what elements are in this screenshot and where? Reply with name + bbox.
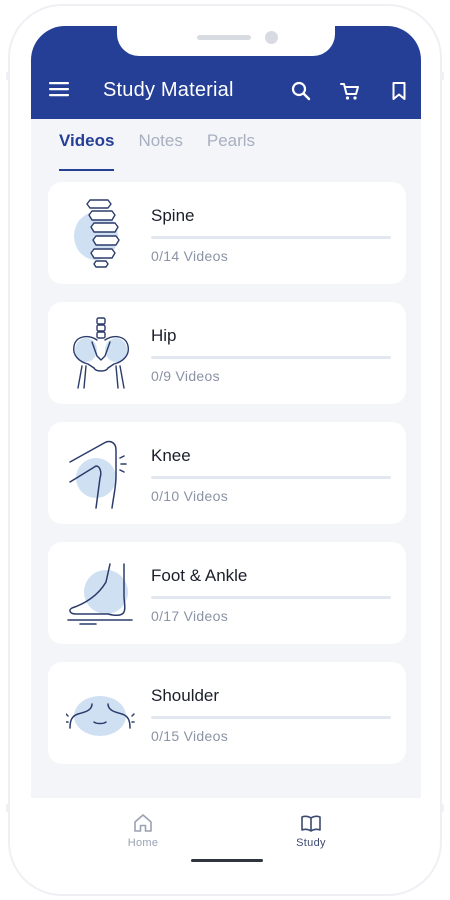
topic-title: Spine [151, 206, 195, 225]
foot-ankle-icon [67, 563, 133, 625]
page-title: Study Material [103, 79, 234, 101]
phone-side-button [441, 804, 444, 812]
cart-icon[interactable] [339, 80, 361, 102]
video-count: 0/14 Videos [151, 248, 228, 264]
nav-home-label: Home [127, 837, 159, 849]
topic-title: Knee [151, 446, 191, 465]
tab-notes[interactable]: Notes [138, 131, 182, 171]
progress-bar [151, 476, 391, 479]
front-camera [265, 31, 278, 44]
topic-title: Hip [151, 326, 177, 345]
bottom-navigation: Home Study [31, 798, 421, 876]
phone-side-button [6, 804, 9, 812]
tab-bar: Videos Notes Pearls [59, 131, 255, 171]
book-icon [301, 815, 321, 832]
phone-notch [117, 26, 335, 56]
spine-icon [74, 199, 120, 268]
topic-title: Foot & Ankle [151, 566, 248, 585]
tab-pearls[interactable]: Pearls [207, 131, 255, 171]
app-screen: Study Material Videos Notes Pearls Spine… [31, 26, 421, 876]
topic-card-foot-ankle[interactable]: Foot & Ankle 0/17 Videos [48, 542, 406, 644]
video-count: 0/15 Videos [151, 728, 228, 744]
nav-home[interactable]: Home [103, 812, 183, 849]
shoulder-icon [66, 696, 135, 736]
bookmark-icon[interactable] [388, 80, 410, 102]
progress-bar [151, 236, 391, 239]
progress-bar [151, 716, 391, 719]
topic-card-spine[interactable]: Spine 0/14 Videos [48, 182, 406, 284]
home-indicator[interactable] [191, 859, 263, 862]
topic-card-knee[interactable]: Knee 0/10 Videos [48, 422, 406, 524]
topic-card-hip[interactable]: Hip 0/9 Videos [48, 302, 406, 404]
tab-videos[interactable]: Videos [59, 131, 115, 171]
video-count: 0/17 Videos [151, 608, 228, 624]
nav-study[interactable]: Study [271, 812, 351, 849]
progress-bar [151, 356, 391, 359]
hip-icon [73, 317, 129, 389]
progress-bar [151, 596, 391, 599]
search-icon[interactable] [290, 80, 312, 102]
phone-side-button [6, 72, 9, 80]
video-count: 0/9 Videos [151, 368, 220, 384]
topic-card-shoulder[interactable]: Shoulder 0/15 Videos [48, 662, 406, 764]
topic-list: Spine 0/14 Videos Hip 0/9 Videos Knee 0/… [48, 182, 406, 782]
phone-side-button [441, 72, 444, 80]
knee-icon [69, 440, 127, 509]
home-icon [134, 814, 152, 832]
topic-title: Shoulder [151, 686, 220, 705]
nav-study-label: Study [296, 837, 326, 849]
video-count: 0/10 Videos [151, 488, 228, 504]
speaker-grille [197, 35, 251, 40]
app-bar: Study Material [31, 26, 421, 119]
menu-icon[interactable] [49, 81, 69, 97]
